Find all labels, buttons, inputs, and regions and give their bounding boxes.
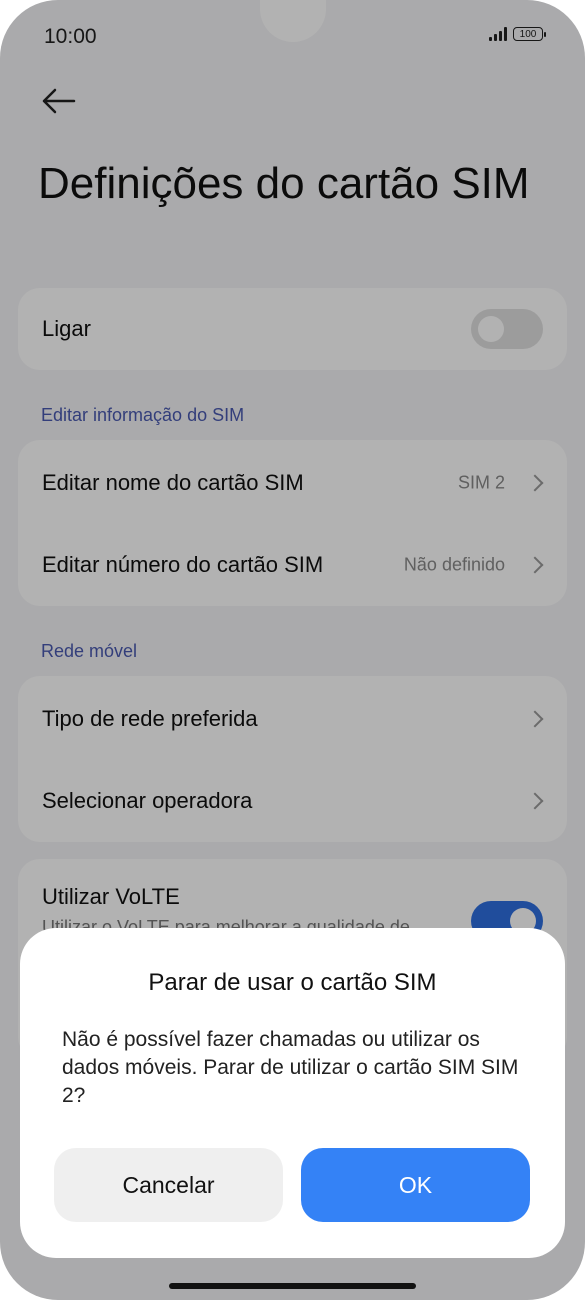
ok-button[interactable]: OK [301, 1148, 530, 1222]
dialog-title: Parar de usar o cartão SIM [148, 969, 437, 996]
stop-sim-dialog: Parar de usar o cartão SIM Não é possíve… [20, 928, 565, 1258]
dialog-message: Não é possível fazer chamadas ou utiliza… [62, 1028, 519, 1107]
cancel-button[interactable]: Cancelar [54, 1148, 283, 1222]
phone-screen: 10:00 100 Definições do cartão SIM Ligar… [0, 0, 585, 1300]
home-indicator[interactable] [169, 1283, 416, 1289]
